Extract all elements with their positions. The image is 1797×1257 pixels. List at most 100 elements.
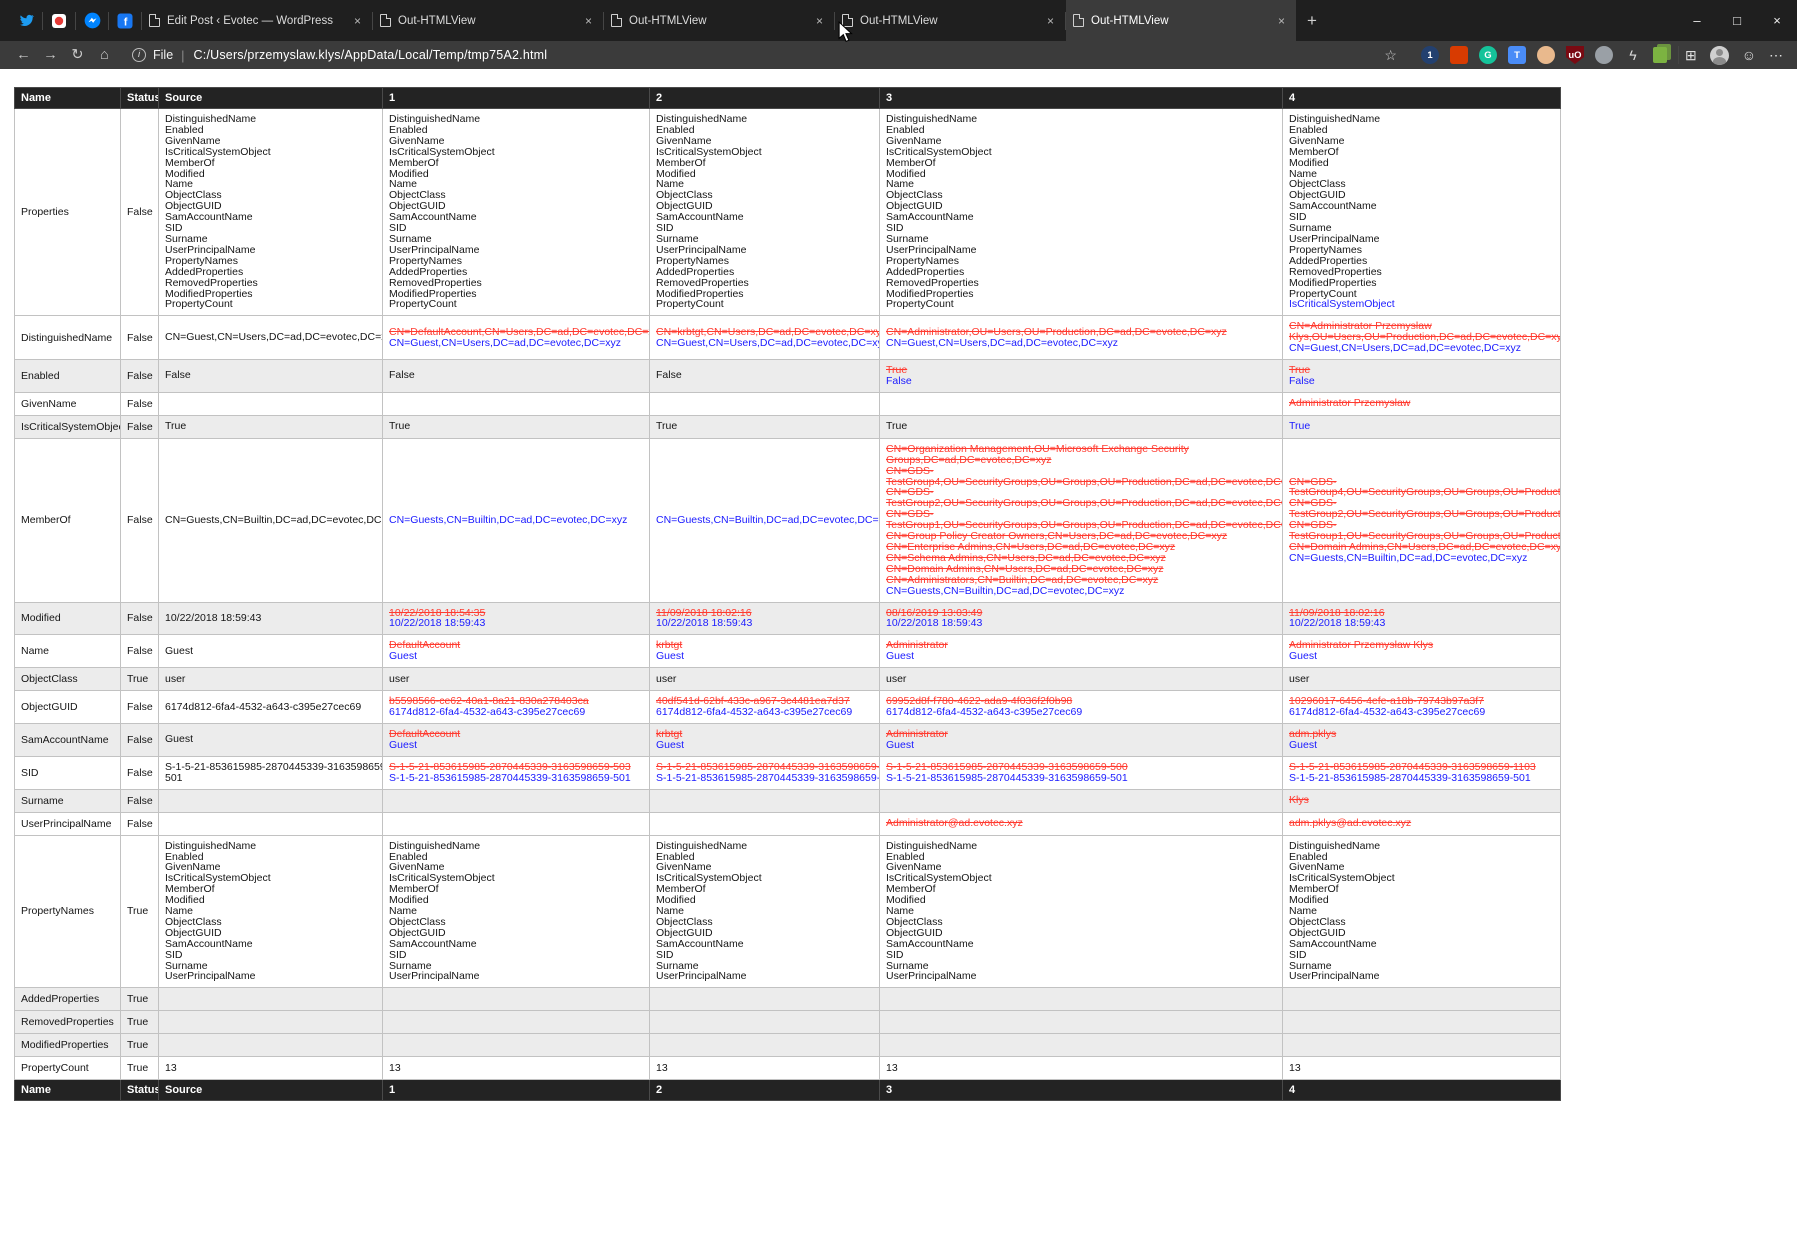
value-cell-source bbox=[159, 1034, 383, 1057]
value-cell-4 bbox=[1283, 1034, 1561, 1057]
tab-close-icon[interactable]: × bbox=[1043, 13, 1058, 29]
removed-value: Administrator bbox=[886, 729, 1276, 740]
tab-3[interactable]: Out-HTMLView× bbox=[604, 0, 834, 41]
url-scheme-label: File bbox=[153, 48, 173, 62]
value-cell-4: DistinguishedNameEnabledGivenNameMemberO… bbox=[1283, 109, 1561, 316]
added-value: CN=Guests,CN=Builtin,DC=ad,DC=evotec,DC=… bbox=[886, 586, 1276, 597]
value: Name bbox=[886, 179, 1276, 190]
url-text[interactable]: C:/Users/przemyslaw.klys/AppData/Local/T… bbox=[194, 48, 548, 62]
red-app-icon[interactable] bbox=[43, 6, 75, 36]
ublock-extension-icon[interactable]: uO bbox=[1566, 46, 1584, 64]
value-cell-1: False bbox=[383, 360, 650, 393]
table-row-surname: SurnameFalseKłys bbox=[15, 789, 1561, 812]
favorite-star-icon[interactable]: ☆ bbox=[1380, 47, 1401, 64]
added-value: Guest bbox=[1289, 651, 1554, 662]
office-extension-icon[interactable] bbox=[1450, 46, 1468, 64]
row-name-cell: SamAccountName bbox=[15, 723, 121, 756]
value-cell-3: DistinguishedNameEnabledGivenNameIsCriti… bbox=[880, 835, 1283, 988]
value: Modified bbox=[886, 895, 1276, 906]
value-cell-1 bbox=[383, 789, 650, 812]
added-value: S-1-5-21-853615985-2870445339-3163598659… bbox=[389, 773, 643, 784]
tab-5-active[interactable]: Out-HTMLView× bbox=[1066, 0, 1296, 41]
tab-close-icon[interactable]: × bbox=[581, 13, 596, 29]
value-cell-2 bbox=[650, 1011, 880, 1034]
value: UserPrincipalName bbox=[886, 971, 1276, 982]
value: RemovedProperties bbox=[165, 278, 376, 289]
tab-title: Out-HTMLView bbox=[860, 15, 1036, 27]
feedback-smiley-icon[interactable]: ☺ bbox=[1742, 47, 1756, 63]
persona-extension-icon[interactable] bbox=[1537, 46, 1555, 64]
value-cell-2: True bbox=[650, 415, 880, 438]
value-cell-4 bbox=[1283, 988, 1561, 1011]
value: PropertyCount bbox=[389, 299, 643, 310]
column-header-cell-3: 3 bbox=[880, 88, 1283, 109]
settings-ellipsis-icon[interactable]: ⋯ bbox=[1769, 47, 1783, 64]
messenger-icon[interactable] bbox=[76, 6, 108, 36]
table-row-modifiedproperties: ModifiedPropertiesTrue bbox=[15, 1034, 1561, 1057]
twitter-icon[interactable] bbox=[10, 6, 42, 36]
tab-1[interactable]: Edit Post ‹ Evotec — WordPress × bbox=[142, 0, 372, 41]
value-cell-4: 10296017-6456-4efe-a18b-79743b97a3f76174… bbox=[1283, 691, 1561, 724]
clipper-extension-icon[interactable] bbox=[1653, 47, 1667, 63]
value-cell-source: user bbox=[159, 668, 383, 691]
report-body: PropertiesFalseDistinguishedNameEnabledG… bbox=[15, 109, 1561, 1080]
value: AddedProperties bbox=[656, 267, 873, 278]
address-bar[interactable]: i File | C:/Users/przemyslaw.klys/AppDat… bbox=[124, 43, 1409, 67]
row-name-cell: Properties bbox=[15, 109, 121, 316]
row-status-cell: False bbox=[121, 635, 159, 668]
value-cell-1: True bbox=[383, 415, 650, 438]
value: SamAccountName bbox=[165, 212, 376, 223]
value-cell-2: 11/09/2018 18:02:1610/22/2018 18:59:43 bbox=[650, 602, 880, 635]
column-footer-cell-3: 3 bbox=[880, 1080, 1283, 1101]
value-cell-1: 10/22/2018 18:54:3510/22/2018 18:59:43 bbox=[383, 602, 650, 635]
value: AddedProperties bbox=[389, 267, 643, 278]
table-row-objectguid: ObjectGUIDFalse6174d812-6fa4-4532-a643-c… bbox=[15, 691, 1561, 724]
row-name-cell: DistinguishedName bbox=[15, 316, 121, 360]
profile-avatar[interactable] bbox=[1710, 46, 1729, 65]
translate-extension-icon[interactable]: T bbox=[1508, 46, 1526, 64]
tab-2[interactable]: Out-HTMLView× bbox=[373, 0, 603, 41]
value-cell-2: krbtgtGuest bbox=[650, 723, 880, 756]
grammarly-extension-icon[interactable]: G bbox=[1479, 46, 1497, 64]
minimize-button[interactable]: – bbox=[1677, 0, 1717, 41]
value-cell-source: 10/22/2018 18:59:43 bbox=[159, 602, 383, 635]
close-button[interactable]: × bbox=[1757, 0, 1797, 41]
removed-value: krbtgt bbox=[656, 640, 873, 651]
value-cell-3: S-1-5-21-853615985-2870445339-3163598659… bbox=[880, 756, 1283, 789]
new-tab-button[interactable]: + bbox=[1296, 0, 1328, 41]
collections-icon[interactable]: ⊞ bbox=[1685, 47, 1697, 64]
value-cell-4: CN=GDS-TestGroup4,OU=SecurityGroups,OU=G… bbox=[1283, 438, 1561, 602]
info-icon[interactable]: i bbox=[132, 48, 146, 62]
value-cell-source: Guest bbox=[159, 723, 383, 756]
tab-title: Edit Post ‹ Evotec — WordPress bbox=[167, 15, 343, 27]
camera-extension-icon[interactable] bbox=[1595, 46, 1613, 64]
removed-value: DefaultAccount bbox=[389, 640, 643, 651]
value-cell-3: CN=Organization Management,OU=Microsoft … bbox=[880, 438, 1283, 602]
row-name-cell: UserPrincipalName bbox=[15, 812, 121, 835]
value: PropertyCount bbox=[886, 299, 1276, 310]
added-value: CN=Guest,CN=Users,DC=ad,DC=evotec,DC=xyz bbox=[389, 338, 643, 349]
tab-close-icon[interactable]: × bbox=[1274, 13, 1289, 29]
value-cell-1: DefaultAccountGuest bbox=[383, 635, 650, 668]
column-footer-cell-2: 2 bbox=[650, 1080, 880, 1101]
back-button[interactable]: ← bbox=[10, 42, 37, 68]
tab-close-icon[interactable]: × bbox=[812, 13, 827, 29]
tab-close-icon[interactable]: × bbox=[350, 13, 365, 29]
value-cell-4: CN=Administrator PrzemysławKłys,OU=Users… bbox=[1283, 316, 1561, 360]
value-cell-3: Administrator@ad.evotec.xyz bbox=[880, 812, 1283, 835]
row-name-cell: Enabled bbox=[15, 360, 121, 393]
tab-4[interactable]: Out-HTMLView × bbox=[835, 0, 1065, 41]
value-cell-2 bbox=[650, 789, 880, 812]
refresh-button[interactable]: ↻ bbox=[64, 42, 91, 68]
value-cell-2 bbox=[650, 812, 880, 835]
value: Modified bbox=[389, 895, 643, 906]
onepassword-extension-icon[interactable]: 1 bbox=[1421, 46, 1439, 64]
home-button[interactable]: ⌂ bbox=[91, 42, 118, 68]
value: SamAccountName bbox=[656, 939, 873, 950]
removed-value: Administrator bbox=[886, 640, 1276, 651]
forward-button[interactable]: → bbox=[37, 42, 64, 68]
maximize-button[interactable]: □ bbox=[1717, 0, 1757, 41]
facebook-icon[interactable]: f bbox=[109, 6, 141, 36]
value-cell-4: TrueFalse bbox=[1283, 360, 1561, 393]
lightning-extension-icon[interactable]: ϟ bbox=[1624, 46, 1642, 64]
